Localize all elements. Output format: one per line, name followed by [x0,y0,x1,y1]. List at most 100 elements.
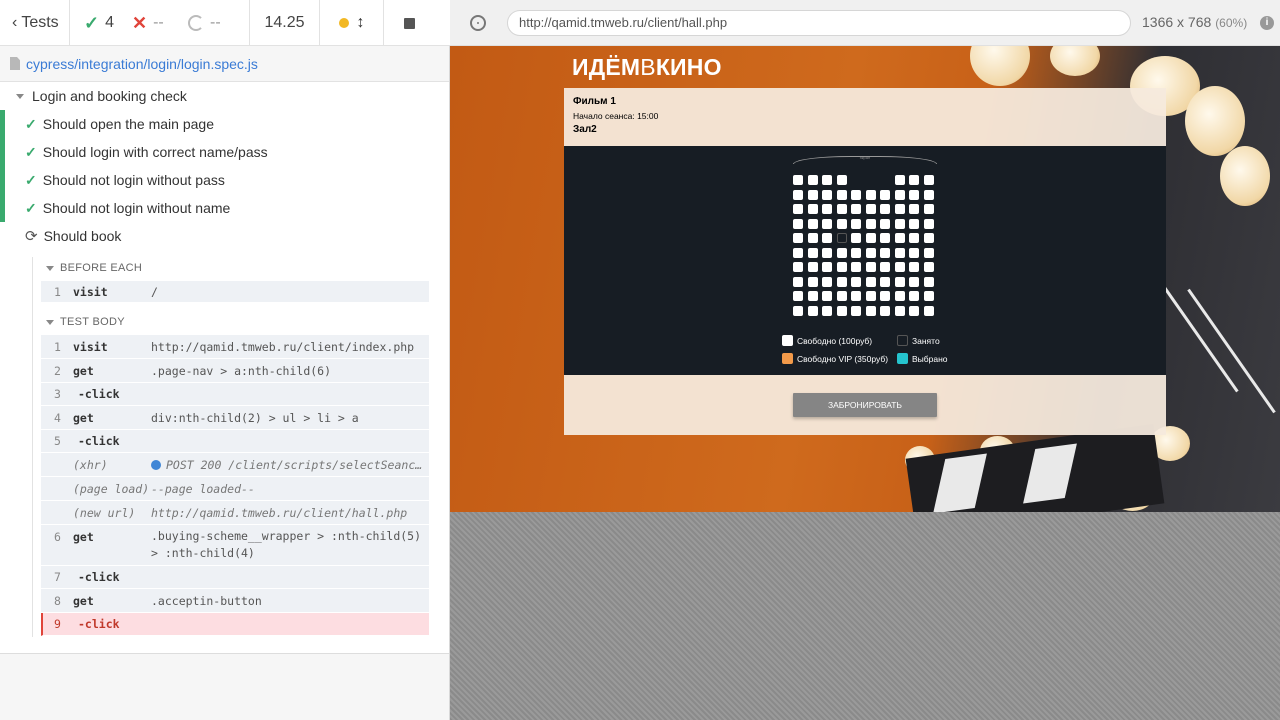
seat[interactable] [865,262,876,272]
seat[interactable] [793,218,803,229]
seat[interactable] [793,305,803,316]
seat[interactable] [807,247,818,258]
seat[interactable] [923,262,934,272]
seat[interactable] [880,276,890,287]
info-icon[interactable]: i [1260,16,1274,30]
seat[interactable] [880,247,890,258]
seat[interactable] [894,204,905,214]
seat[interactable] [865,305,876,316]
seat[interactable] [909,204,919,214]
command-row[interactable]: 6 get .buying-scheme__wrapper > :nth-chi… [41,525,429,566]
seat[interactable] [793,175,803,185]
seat[interactable] [807,189,818,200]
site-logo[interactable]: ИДЁМВКИНО [572,54,722,81]
seat[interactable] [793,262,803,272]
xhr-event-row[interactable]: (xhr) POST 200 /client/scripts/selectSea… [41,453,429,477]
seat[interactable] [793,233,803,243]
aut-url-bar[interactable]: http://qamid.tmweb.ru/client/hall.php [507,10,1131,36]
seat[interactable] [822,218,832,229]
seat[interactable] [851,291,861,301]
seat[interactable] [923,247,934,258]
tests-back-button[interactable]: ‹ Tests [0,0,70,46]
seat[interactable] [836,276,847,287]
seat[interactable] [923,305,934,316]
seat[interactable] [807,262,818,272]
seat[interactable] [923,175,934,185]
page-load-event-row[interactable]: (page load) --page loaded-- [41,477,429,501]
seat[interactable] [880,189,890,200]
seat[interactable] [822,233,832,243]
seat[interactable] [865,189,876,200]
seat[interactable] [807,233,818,243]
seat[interactable] [909,276,919,287]
seat[interactable] [822,204,832,214]
seat[interactable] [807,305,818,316]
seat[interactable] [822,247,832,258]
seat[interactable] [909,189,919,200]
test-row[interactable]: ✓ Should login with correct name/pass [0,138,449,166]
seat[interactable] [909,262,919,272]
seat[interactable] [865,276,876,287]
seat[interactable] [793,276,803,287]
test-row[interactable]: ✓ Should not login without name [0,194,449,222]
seat[interactable] [923,189,934,200]
new-url-event-row[interactable]: (new url) http://qamid.tmweb.ru/client/h… [41,501,429,525]
command-row[interactable]: 1 visit / [41,281,429,303]
test-row[interactable]: ✓ Should not login without pass [0,166,449,194]
seat[interactable] [807,276,818,287]
seat[interactable] [880,218,890,229]
command-row[interactable]: 1 visit http://qamid.tmweb.ru/client/ind… [41,335,429,359]
seat[interactable] [923,218,934,229]
before-each-hook-title[interactable]: BEFORE EACH [46,262,142,274]
test-body-hook-title[interactable]: TEST BODY [46,316,125,328]
seat[interactable] [923,204,934,214]
test-row[interactable]: ✓ Should open the main page [0,110,449,138]
seat[interactable] [894,233,905,243]
seat[interactable] [836,305,847,316]
failed-command-row[interactable]: 9 -click [41,613,429,636]
seat[interactable] [865,233,876,243]
seat[interactable] [909,175,919,185]
seat[interactable] [880,305,890,316]
seat[interactable] [923,233,934,243]
seat[interactable] [894,218,905,229]
seat[interactable] [851,276,861,287]
seat[interactable] [793,291,803,301]
seat[interactable] [836,247,847,258]
seat[interactable] [807,204,818,214]
spec-file-link[interactable]: cypress/integration/login/login.spec.js [26,56,258,72]
test-row-running[interactable]: ⟳ Should book [0,222,449,250]
seat[interactable] [851,204,861,214]
seat[interactable] [851,189,861,200]
command-row[interactable]: 5 -click [41,430,429,453]
seat[interactable] [836,189,847,200]
seat[interactable] [880,291,890,301]
seat[interactable] [822,305,832,316]
seat[interactable] [793,204,803,214]
seat[interactable] [851,233,861,243]
seat[interactable] [851,262,861,272]
seat[interactable] [894,305,905,316]
command-row[interactable]: 8 get .acceptin-button [41,589,429,613]
seat[interactable] [909,305,919,316]
command-row[interactable]: 4 get div:nth-child(2) > ul > li > a [41,406,429,430]
seat[interactable] [865,291,876,301]
seat[interactable] [909,291,919,301]
suite-title[interactable]: Login and booking check [16,87,187,105]
seat[interactable] [822,276,832,287]
seat[interactable] [822,175,832,185]
seat[interactable] [851,218,861,229]
seat[interactable] [793,189,803,200]
seat[interactable] [894,247,905,258]
seat[interactable] [865,247,876,258]
seat[interactable] [836,291,847,301]
seat[interactable] [865,218,876,229]
command-row[interactable]: 7 -click [41,566,429,589]
command-row[interactable]: 2 get .page-nav > a:nth-child(6) [41,359,429,383]
seat[interactable] [894,262,905,272]
seat[interactable] [909,233,919,243]
seat[interactable] [807,291,818,301]
command-row[interactable]: 3 -click [41,383,429,406]
seat[interactable] [836,262,847,272]
seat[interactable] [822,189,832,200]
